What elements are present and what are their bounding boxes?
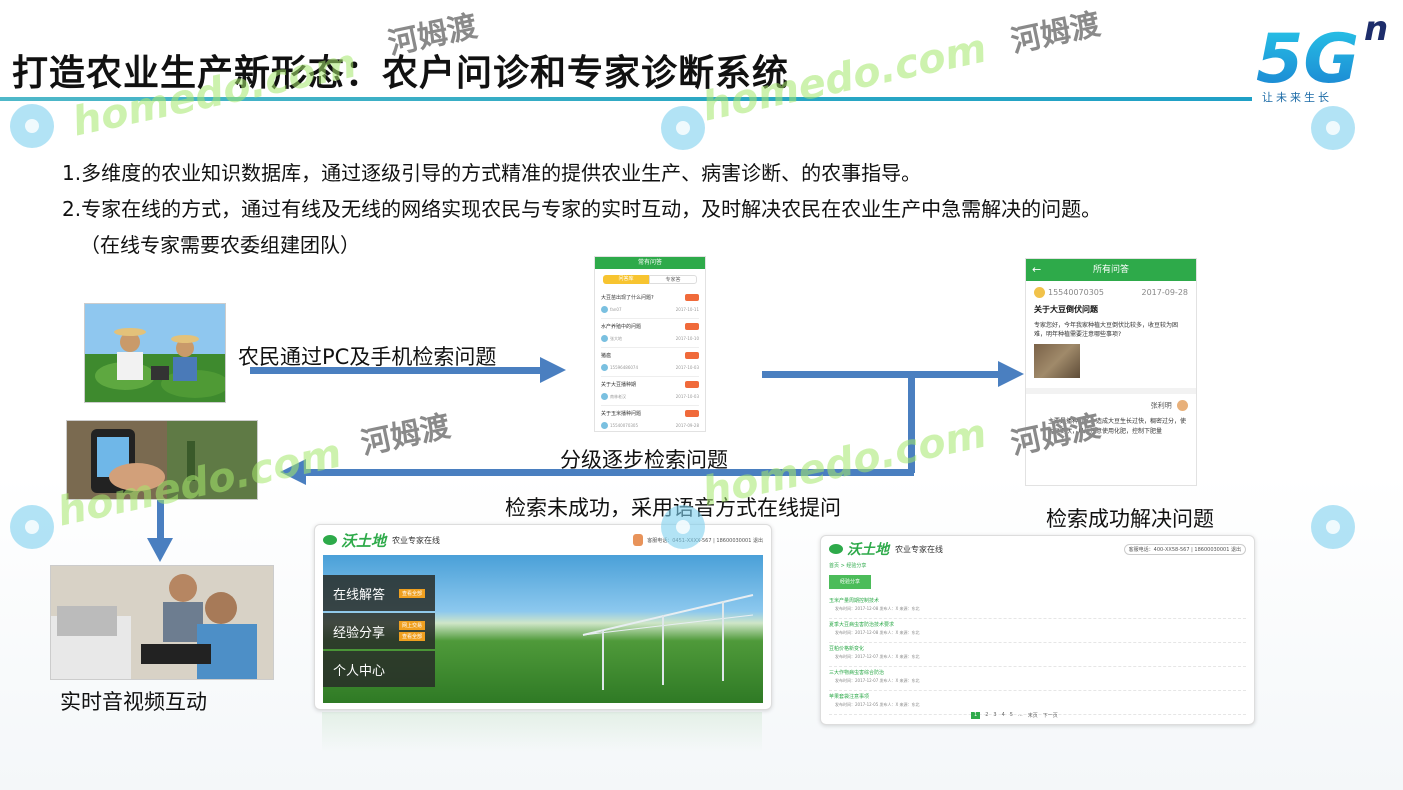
watermark-flowers	[10, 104, 1355, 549]
